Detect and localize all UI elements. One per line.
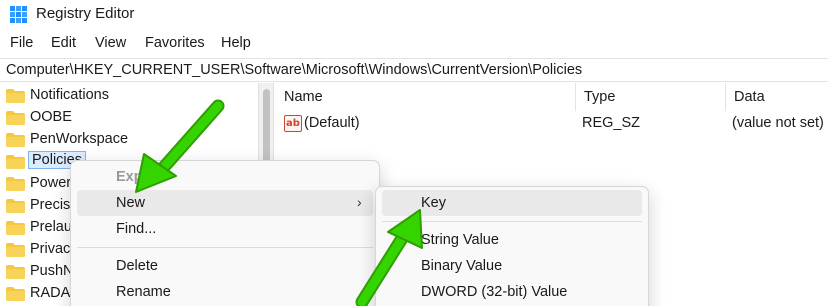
context-item-new[interactable]: New › [77, 190, 373, 216]
title-bar: Registry Editor [0, 0, 828, 30]
submenu-item-label: Key [421, 195, 446, 211]
folder-icon [6, 221, 25, 235]
folder-icon [6, 243, 25, 257]
address-path: Computer\HKEY_CURRENT_USER\Software\Micr… [6, 62, 583, 78]
tree-item-label: PushN [30, 263, 74, 279]
submenu-item-binary-value[interactable]: Binary Value [382, 253, 642, 279]
chevron-right-icon: › [357, 194, 362, 210]
context-item-label: Delete [116, 258, 158, 274]
submenu-item-label: Binary Value [421, 258, 503, 274]
folder-icon [6, 155, 25, 169]
submenu-item-dword-value[interactable]: DWORD (32-bit) Value [382, 279, 642, 305]
column-header-name[interactable]: Name [276, 83, 576, 111]
menu-favorites[interactable]: Favorites [145, 35, 205, 51]
address-bar[interactable]: Computer\HKEY_CURRENT_USER\Software\Micr… [0, 58, 828, 82]
submenu-item-key[interactable]: Key [382, 190, 642, 216]
column-header-data[interactable]: Data [726, 83, 828, 111]
context-item-label: Expa [116, 169, 151, 185]
context-item-rename[interactable]: Rename [77, 279, 373, 305]
new-submenu: Key String Value Binary Value DWORD (32-… [375, 186, 649, 306]
folder-icon [6, 177, 25, 191]
menu-view[interactable]: View [95, 35, 126, 51]
context-item-expand: Expa [77, 164, 373, 190]
context-item-label: New [116, 195, 146, 211]
submenu-item-label: String Value [421, 232, 499, 248]
menu-help[interactable]: Help [221, 35, 251, 51]
menu-edit[interactable]: Edit [51, 35, 76, 51]
menu-bar: File Edit View Favorites Help [0, 33, 828, 57]
folder-icon [6, 265, 25, 279]
menu-file[interactable]: File [10, 35, 33, 51]
context-separator [77, 247, 373, 248]
context-item-find[interactable]: Find... [77, 216, 373, 242]
submenu-separator [382, 221, 642, 222]
tree-item-label: Precisi [30, 197, 74, 213]
column-header-type[interactable]: Type [576, 83, 726, 111]
submenu-item-label: DWORD (32-bit) Value [421, 284, 568, 300]
tree-item-oobe[interactable]: OOBE [4, 107, 254, 129]
folder-icon [6, 287, 25, 301]
context-item-label: Rename [116, 284, 171, 300]
folder-icon [6, 89, 25, 103]
tree-item-penworkspace[interactable]: PenWorkspace [4, 129, 254, 151]
context-menu: Expa New › Find... Delete Rename [70, 160, 380, 306]
tree-item-label: Privac [30, 241, 71, 257]
folder-icon [6, 133, 25, 147]
tree-item-label: PenWorkspace [30, 131, 129, 147]
value-row[interactable]: ab (Default) REG_SZ (value not set) [276, 113, 828, 135]
value-type: REG_SZ [582, 115, 641, 131]
tree-item-label: Power [30, 175, 72, 191]
tree-item-label: RADA [30, 285, 71, 301]
context-item-label: Find... [116, 221, 157, 237]
context-item-delete[interactable]: Delete [77, 253, 373, 279]
window-title: Registry Editor [36, 5, 135, 22]
folder-icon [6, 199, 25, 213]
submenu-item-string-value[interactable]: String Value [382, 227, 642, 253]
tree-item-label: Notifications [30, 87, 109, 103]
tree-item-notifications[interactable]: Notifications [4, 85, 254, 107]
folder-icon [6, 111, 25, 125]
value-name: (Default) [304, 115, 360, 131]
tree-item-label: OOBE [30, 109, 72, 125]
tree-item-label: Prelau [30, 219, 72, 235]
value-data: (value not set) [732, 115, 824, 131]
registry-editor-icon [10, 6, 27, 23]
string-value-icon: ab [284, 115, 302, 132]
